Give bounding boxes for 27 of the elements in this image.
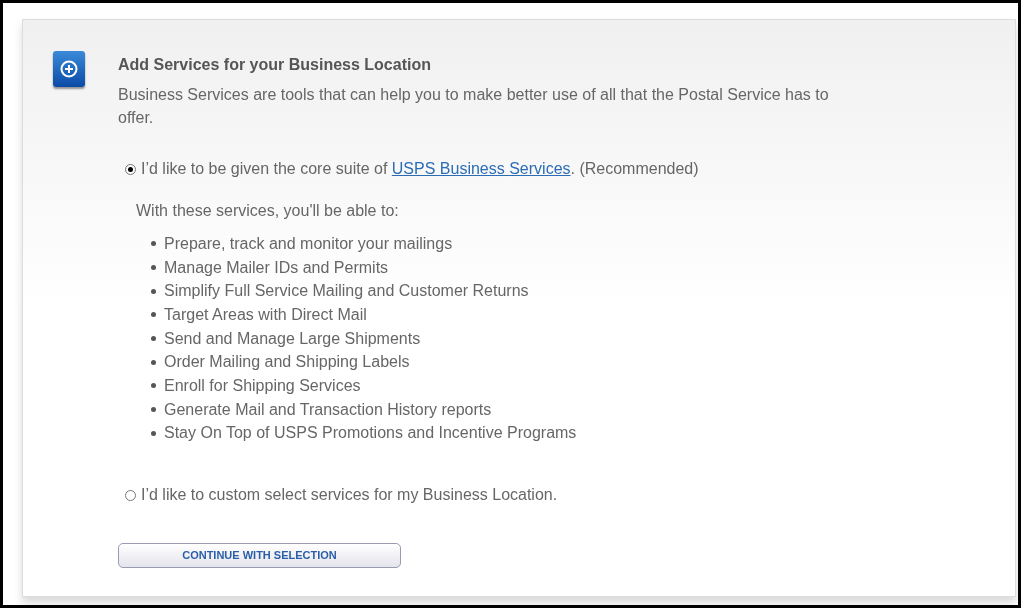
feature-item: Manage Mailer IDs and Permits [164, 257, 389, 278]
bullet-icon [151, 265, 156, 271]
bullet-icon [151, 312, 156, 318]
bullet-icon [151, 336, 156, 342]
feature-item: Send and Manage Large Shipments [164, 328, 421, 349]
radio-button[interactable] [125, 163, 136, 175]
bullet-icon [151, 241, 156, 247]
feature-item: Stay On Top of USPS Promotions and Incentive Programs [164, 423, 577, 444]
intro-text: With these services, you'll be able to: [136, 201, 400, 221]
feature-item: Order Mailing and Shipping Labels [164, 352, 410, 373]
feature-item: Simplify Full Service Mailing and Customer Returns [164, 281, 529, 302]
bullet-icon [151, 359, 156, 365]
bullet-icon [151, 407, 156, 413]
bullet-icon [151, 288, 156, 294]
feature-item: Target Areas with Direct Mail [164, 304, 367, 325]
feature-item: Generate Mail and Transaction History reports [164, 399, 492, 420]
services-link[interactable]: USPS Business Services [391, 160, 571, 177]
continue-button[interactable]: CONTINUE WITH SELECTION [118, 543, 401, 569]
option-label: I’d like to custom select services for my Business Location. [141, 485, 558, 506]
bullet-icon [151, 430, 156, 436]
feature-item: Enroll for Shipping Services [164, 375, 361, 396]
radio-button[interactable] [125, 489, 136, 501]
bullet-icon [151, 383, 156, 389]
feature-item: Prepare, track and monitor your mailings [164, 233, 453, 254]
section-title: Add Services for your Business Location [118, 55, 432, 75]
option-label: I’d like to be given the core suite of USPS Business Services. (Recommended) [141, 159, 699, 179]
section-description: Business Services are tools that can help you to make better use of all that the Postal Service has to offer. [118, 85, 830, 128]
